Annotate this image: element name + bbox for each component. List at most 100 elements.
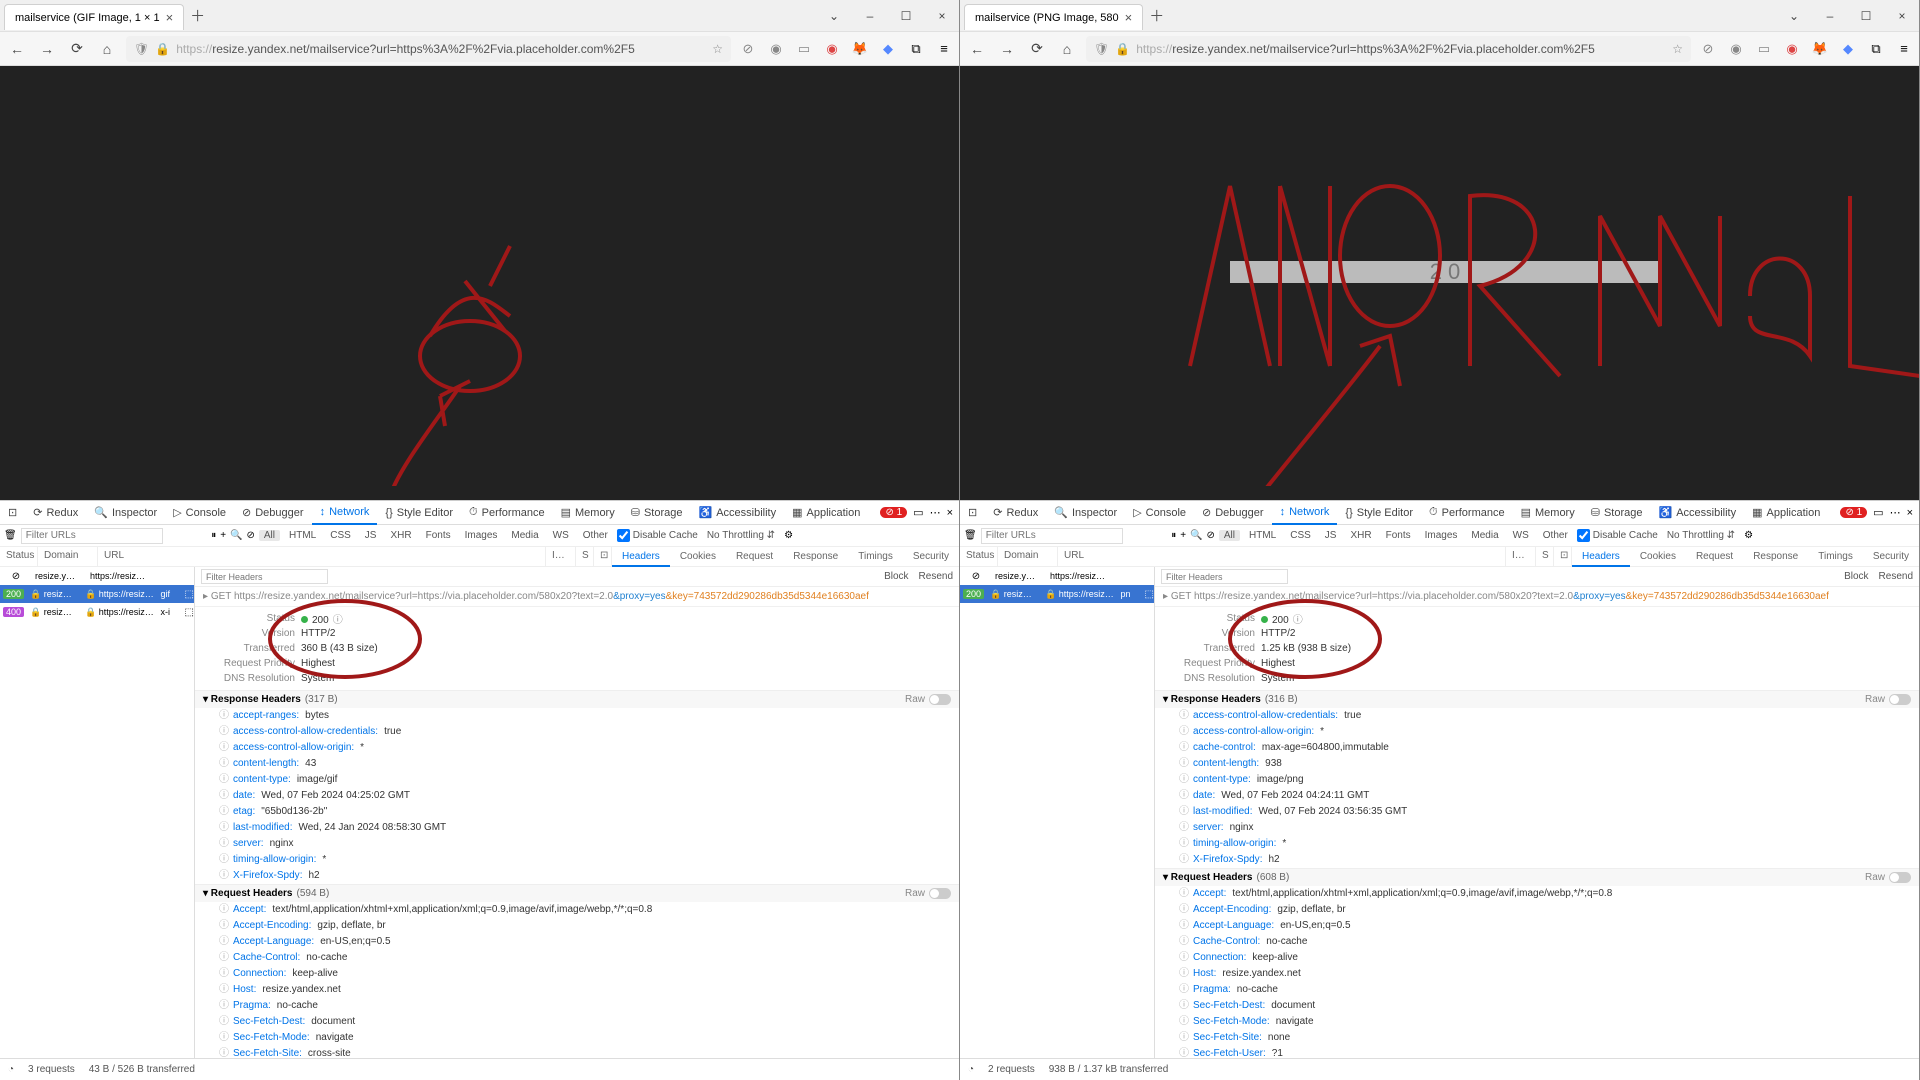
bookmark-icon[interactable]: ☆ <box>712 42 723 56</box>
ext-icon[interactable]: ⊘ <box>739 40 757 58</box>
no-throttling-select[interactable]: No Throttling ⇵ <box>1662 530 1740 541</box>
browser-tab[interactable]: mailservice (PNG Image, 580 × <box>964 4 1143 30</box>
table-row[interactable]: 200🔒 resiz…🔒 https://resiz…pn⬚ <box>960 585 1154 603</box>
detail-tab-timings[interactable]: Timings <box>1808 547 1863 566</box>
devtools-tab-debugger[interactable]: ⊘Debugger <box>234 501 312 524</box>
raw-toggle[interactable] <box>1889 872 1911 883</box>
filter-type-media[interactable]: Media <box>1466 530 1503 541</box>
gear-icon[interactable]: ⚙ <box>784 530 793 541</box>
gear-icon[interactable]: ⚙ <box>1744 530 1753 541</box>
detail-tab-request[interactable]: Request <box>726 547 783 566</box>
plus-icon[interactable]: + <box>1180 530 1186 541</box>
raw-toggle[interactable] <box>929 888 951 899</box>
filter-type-html[interactable]: HTML <box>1244 530 1281 541</box>
devtools-tab-network[interactable]: ↕Network <box>1272 502 1338 525</box>
new-tab-button[interactable]: ＋ <box>190 5 205 26</box>
close-tab-icon[interactable]: × <box>1125 10 1133 25</box>
filter-type-all[interactable]: All <box>1219 530 1240 541</box>
detail-tab-response[interactable]: Response <box>1743 547 1808 566</box>
col-domain[interactable]: Domain <box>998 547 1058 566</box>
filter-type-html[interactable]: HTML <box>284 530 321 541</box>
dock-icon[interactable]: ⋯ <box>1890 506 1901 519</box>
responsive-icon[interactable]: ▭ <box>913 506 923 519</box>
filter-urls-input[interactable] <box>21 528 163 544</box>
filter-type-media[interactable]: Media <box>506 530 543 541</box>
search-icon[interactable]: 🔍 <box>1190 530 1202 541</box>
raw-toggle[interactable] <box>1889 694 1911 705</box>
perf-icon[interactable]: ◔ <box>968 1064 974 1075</box>
close-devtools-icon[interactable]: × <box>1907 507 1913 519</box>
ext-icon[interactable]: ◉ <box>1783 40 1801 58</box>
close-detail-icon[interactable]: ⊡ <box>1554 547 1572 566</box>
chevron-down-icon[interactable]: ⌄ <box>817 2 851 30</box>
devtools-tab-storage[interactable]: ⛁Storage <box>623 501 691 524</box>
reload-icon[interactable]: ⟳ <box>66 38 88 60</box>
new-tab-button[interactable]: ＋ <box>1149 5 1164 26</box>
reload-icon[interactable]: ⟳ <box>1026 38 1048 60</box>
response-headers-toggle[interactable]: ▾ Response Headers (316 B)Raw <box>1155 691 1919 708</box>
table-row[interactable]: 400🔒 resiz…🔒 https://resiz…x-i⬚ <box>0 603 194 621</box>
filter-type-xhr[interactable]: XHR <box>1345 530 1376 541</box>
back-icon[interactable]: ← <box>6 38 28 60</box>
ext-icon[interactable]: ⊘ <box>1699 40 1717 58</box>
devtools-tab-accessibility[interactable]: ♿Accessibility <box>1650 501 1744 524</box>
filter-type-css[interactable]: CSS <box>325 530 356 541</box>
devtools-tab-application[interactable]: ▦Application <box>784 501 868 524</box>
devtools-tab-redux[interactable]: ⟳Redux <box>25 501 86 524</box>
devtools-tab-network[interactable]: ↕Network <box>312 502 378 525</box>
trash-icon[interactable]: 🗑 <box>964 530 977 541</box>
ext-icon[interactable]: 🦊 <box>851 40 869 58</box>
table-row[interactable]: 200🔒 resiz…🔒 https://resiz…gif⬚ <box>0 585 194 603</box>
filter-type-js[interactable]: JS <box>1320 530 1342 541</box>
element-picker-icon[interactable]: ⊡ <box>0 501 25 524</box>
filter-type-ws[interactable]: WS <box>1508 530 1534 541</box>
col-status[interactable]: Status <box>0 547 38 566</box>
filter-type-ws[interactable]: WS <box>548 530 574 541</box>
detail-tab-headers[interactable]: Headers <box>612 547 670 567</box>
extensions-icon[interactable]: ≡ <box>1895 40 1913 58</box>
ext-icon[interactable]: 🦊 <box>1811 40 1829 58</box>
filter-type-images[interactable]: Images <box>1420 530 1463 541</box>
col-url[interactable]: URL <box>98 547 546 566</box>
responsive-icon[interactable]: ▭ <box>1873 506 1883 519</box>
no-throttling-select[interactable]: No Throttling ⇵ <box>702 530 780 541</box>
element-picker-icon[interactable]: ⊡ <box>960 501 985 524</box>
ext-icon[interactable]: ◉ <box>767 40 785 58</box>
plus-icon[interactable]: + <box>220 530 226 541</box>
devtools-tab-performance[interactable]: ⏱Performance <box>461 501 553 524</box>
back-icon[interactable]: ← <box>966 38 988 60</box>
ext-icon[interactable]: ◉ <box>1727 40 1745 58</box>
search-icon[interactable]: 🔍 <box>230 530 242 541</box>
detail-tab-security[interactable]: Security <box>1863 547 1919 566</box>
ext-icon[interactable]: ▭ <box>1755 40 1773 58</box>
devtools-tab-debugger[interactable]: ⊘Debugger <box>1194 501 1272 524</box>
detail-tab-response[interactable]: Response <box>783 547 848 566</box>
ext-icon[interactable]: ⧉ <box>907 40 925 58</box>
devtools-tab-accessibility[interactable]: ♿Accessibility <box>690 501 784 524</box>
trash-icon[interactable]: 🗑 <box>4 530 17 541</box>
detail-tab-cookies[interactable]: Cookies <box>670 547 726 566</box>
devtools-tab-console[interactable]: ▷Console <box>1125 501 1194 524</box>
maximize-icon[interactable]: ☐ <box>889 2 923 30</box>
detail-tab-security[interactable]: Security <box>903 547 959 566</box>
filter-type-images[interactable]: Images <box>460 530 503 541</box>
error-badge[interactable]: ⊘ 1 <box>880 507 907 518</box>
browser-tab[interactable]: mailservice (GIF Image, 1 × 1 × <box>4 4 184 30</box>
minimize-icon[interactable]: – <box>1813 2 1847 30</box>
devtools-tab-console[interactable]: ▷Console <box>165 501 234 524</box>
devtools-tab-memory[interactable]: ▤Memory <box>553 501 623 524</box>
address-bar[interactable]: 🛡 🔒 https://resize.yandex.net/mailservic… <box>1086 36 1691 62</box>
block-button[interactable]: Block <box>884 571 908 582</box>
filter-type-fonts[interactable]: Fonts <box>1381 530 1416 541</box>
raw-toggle[interactable] <box>929 694 951 705</box>
devtools-tab-storage[interactable]: ⛁Storage <box>1583 501 1651 524</box>
filter-type-other[interactable]: Other <box>1538 530 1573 541</box>
block-icon[interactable]: ⊘ <box>1206 530 1214 541</box>
pause-icon[interactable]: ⏸ <box>211 530 216 541</box>
chevron-down-icon[interactable]: ⌄ <box>1777 2 1811 30</box>
home-icon[interactable]: ⌂ <box>1056 38 1078 60</box>
detail-tab-request[interactable]: Request <box>1686 547 1743 566</box>
block-icon[interactable]: ⊘ <box>246 530 254 541</box>
address-bar[interactable]: 🛡 🔒 https://resize.yandex.net/mailservic… <box>126 36 731 62</box>
col-status[interactable]: Status <box>960 547 998 566</box>
